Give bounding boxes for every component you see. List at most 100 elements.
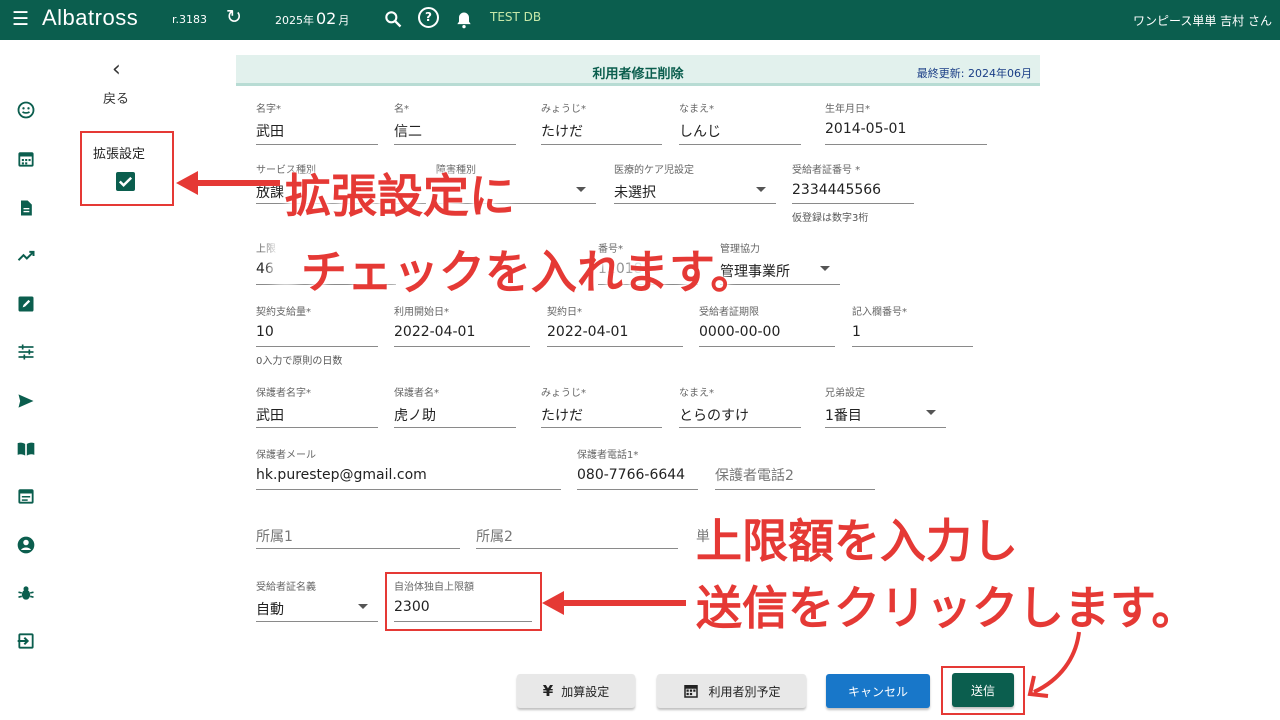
recipient-number-field[interactable]: 受給者証番号 * 2334445566	[792, 161, 914, 204]
month-year: 2025年	[275, 14, 314, 27]
book-icon[interactable]	[16, 439, 36, 459]
smile-icon[interactable]	[16, 100, 36, 120]
annotation-arrow-left	[176, 171, 280, 195]
bug-icon[interactable]	[16, 583, 36, 603]
addition-settings-button[interactable]: ¥ 加算設定	[517, 674, 635, 708]
recipient-name-select[interactable]: 受給者証名義 自動	[256, 578, 378, 622]
field-value: たけだ	[541, 124, 583, 140]
annotation-text-line: 送信をクリックします。	[696, 581, 1198, 635]
guardian-mei-kana-field[interactable]: なまえ* とらのすけ	[679, 384, 801, 428]
back-chevron-icon[interactable]: ‹	[112, 57, 121, 82]
app-version: r.3183	[172, 13, 208, 26]
edit-icon[interactable]	[16, 294, 36, 314]
cert-expiry-field[interactable]: 受給者証期限 0000-00-00	[699, 303, 835, 347]
tune-icon[interactable]	[16, 342, 36, 362]
guardian-email-field[interactable]: 保護者メール hk.purestep@gmail.com	[256, 446, 561, 490]
annotation-text-line: 上限額を入力し	[696, 514, 1018, 568]
guardian-sei-field[interactable]: 保護者名字* 武田	[256, 384, 378, 428]
affiliation1-field[interactable]: 所属1	[256, 507, 460, 549]
start-date-field[interactable]: 利用開始日* 2022-04-01	[394, 303, 530, 347]
calendar-icon[interactable]	[16, 149, 36, 169]
search-icon[interactable]	[383, 9, 403, 29]
field-label: なまえ*	[679, 388, 714, 399]
field-label: 保護者名字*	[256, 388, 311, 399]
app-brand[interactable]: Albatross	[42, 5, 138, 31]
field-value: 2022-04-01	[547, 324, 629, 340]
help-icon[interactable]: ?	[418, 7, 439, 28]
send-icon[interactable]	[16, 391, 36, 411]
menu-icon[interactable]: ☰	[12, 9, 29, 29]
guardian-sei-kana-field[interactable]: みょうじ* たけだ	[541, 384, 662, 428]
field-label: 名字*	[256, 104, 281, 115]
contract-amount-helper: 0入力で原則の日数	[256, 356, 343, 367]
user-name[interactable]: ワンピース単単 吉村 さん	[1133, 12, 1272, 29]
contract-date-field[interactable]: 契約日* 2022-04-01	[547, 303, 683, 347]
ext-settings-checkbox[interactable]	[116, 172, 135, 191]
top-app-bar: ☰ Albatross r.3183 ↻ 2025年 02 月 ? TEST DB …	[0, 0, 1280, 40]
field-label: みょうじ*	[541, 104, 586, 115]
field-label: 保護者電話1*	[577, 450, 639, 461]
guardian-tel2-field[interactable]: 保護者電話2	[715, 446, 875, 490]
field-label: 保護者名*	[394, 388, 439, 399]
dropdown-arrow-icon	[576, 187, 586, 192]
field-value: 信二	[394, 124, 422, 140]
field-value: 080-7766-6644	[577, 467, 686, 483]
yen-icon: ¥	[542, 682, 554, 700]
submit-highlight	[941, 666, 1025, 715]
bell-icon[interactable]	[454, 9, 474, 31]
dropdown-arrow-icon	[756, 187, 766, 192]
recipient-number-helper: 仮登録は数字3桁	[792, 213, 869, 224]
field-label: 医療的ケア児設定	[614, 165, 694, 176]
annotation-text-line: チェックを入れます。	[301, 245, 757, 299]
field-value: 2022-04-01	[394, 324, 476, 340]
field-value: たけだ	[541, 408, 583, 424]
cancel-button[interactable]: キャンセル	[826, 674, 930, 708]
contract-amount-field[interactable]: 契約支給量* 10	[256, 303, 378, 347]
field-label: 利用開始日*	[394, 307, 449, 318]
mei-kana-field[interactable]: なまえ* しんじ	[679, 100, 801, 145]
trending-icon[interactable]	[16, 246, 36, 266]
dropdown-arrow-icon	[820, 266, 830, 271]
field-value: しんじ	[679, 124, 721, 140]
sei-kana-field[interactable]: みょうじ* たけだ	[541, 100, 662, 145]
field-placeholder: 所属2	[476, 529, 513, 545]
field-value: 10	[256, 324, 274, 340]
sibling-select[interactable]: 兄弟設定 1番目	[825, 384, 946, 428]
guardian-mei-field[interactable]: 保護者名* 虎ノ助	[394, 384, 516, 428]
field-value: 2334445566	[792, 182, 882, 198]
account-icon[interactable]	[16, 535, 36, 555]
field-label: 兄弟設定	[825, 388, 865, 399]
field-value: 自動	[256, 602, 284, 618]
dropdown-arrow-icon	[358, 604, 368, 609]
user-schedule-button[interactable]: 利用者別予定	[657, 674, 806, 708]
field-value: hk.purestep@gmail.com	[256, 467, 427, 483]
document-icon[interactable]	[16, 198, 36, 218]
birthday-field[interactable]: 生年月日* 2014-05-01	[825, 100, 987, 145]
field-label: 受給者証番号 *	[792, 165, 861, 176]
schedule-icon[interactable]	[16, 486, 36, 506]
field-label: 受給者証期限	[699, 307, 759, 318]
back-button[interactable]: 戻る	[103, 88, 129, 107]
affiliation2-field[interactable]: 所属2	[476, 507, 678, 549]
entry-number-field[interactable]: 記入欄番号* 1	[852, 303, 973, 347]
field-label: なまえ*	[679, 104, 714, 115]
mei-field[interactable]: 名* 信二	[394, 100, 516, 145]
medical-care-select[interactable]: 医療的ケア児設定 未選択	[614, 161, 776, 204]
field-label: 契約支給量*	[256, 307, 311, 318]
field-value: 0000-00-00	[699, 324, 781, 340]
month-selector[interactable]: 2025年 02 月	[275, 9, 349, 28]
field-label: 生年月日*	[825, 104, 870, 115]
login-icon[interactable]	[16, 631, 36, 651]
guardian-tel1-field[interactable]: 保護者電話1* 080-7766-6644	[577, 446, 698, 490]
dropdown-arrow-icon	[926, 410, 936, 415]
field-label: 受給者証名義	[256, 582, 316, 593]
field-value: 武田	[256, 408, 284, 424]
button-label: キャンセル	[847, 684, 908, 699]
sei-field[interactable]: 名字* 武田	[256, 100, 378, 145]
field-label: 契約日*	[547, 307, 582, 318]
refresh-icon[interactable]: ↻	[226, 6, 242, 28]
field-label: 名*	[394, 104, 409, 115]
button-label: 利用者別予定	[708, 684, 781, 699]
field-value: とらのすけ	[679, 408, 749, 424]
annotation-text-line: 拡張設定に	[285, 169, 515, 223]
